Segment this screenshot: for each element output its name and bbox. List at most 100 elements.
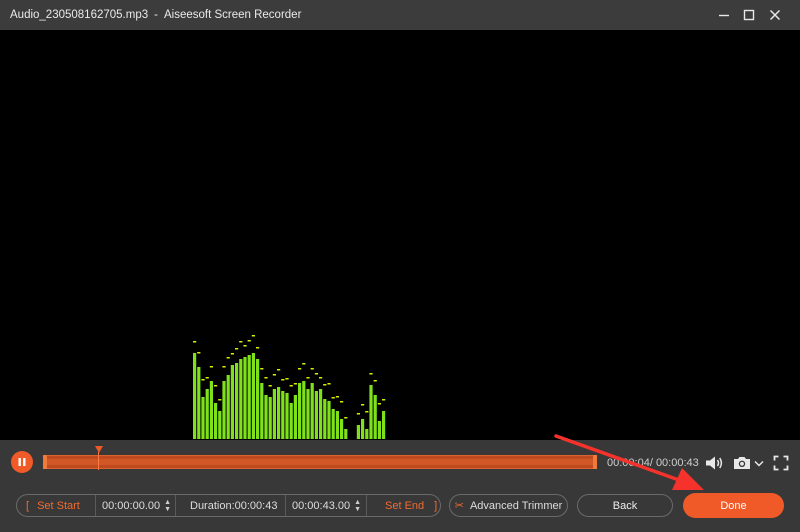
set-end-label: Set End — [385, 499, 425, 512]
pause-button[interactable] — [11, 451, 33, 473]
playhead-marker[interactable] — [95, 446, 103, 453]
spectrum-peak — [298, 368, 302, 370]
spectrum-peak — [382, 399, 386, 401]
spectrum-peak — [314, 373, 318, 375]
spectrum-peak — [340, 401, 344, 403]
spectrum-bar — [314, 391, 318, 439]
start-time-spinner[interactable]: ▲ ▼ — [164, 499, 171, 513]
bracket-open-icon: [ — [26, 499, 30, 512]
spectrum-bar — [247, 355, 251, 439]
set-end-button[interactable]: Set End ] — [367, 495, 440, 516]
spectrum-bar — [356, 425, 360, 439]
spectrum-peak — [205, 377, 209, 379]
playhead-line — [98, 452, 99, 470]
spectrum-bar — [373, 395, 377, 439]
advanced-trimmer-button[interactable]: ✂ Advanced Trimmer — [449, 494, 568, 517]
spectrum-bar — [323, 399, 327, 439]
spectrum-peak — [235, 348, 239, 350]
spectrum-bar — [218, 411, 222, 439]
spectrum-bar — [272, 389, 276, 439]
spectrum-peak — [281, 379, 285, 381]
back-label: Back — [612, 499, 638, 512]
spectrum-peak — [344, 417, 348, 419]
volume-button[interactable] — [703, 453, 725, 473]
spectrum-bar — [239, 359, 243, 439]
spectrum-bar — [377, 421, 381, 439]
spectrum-peak — [285, 378, 289, 380]
spectrum-bar — [277, 387, 281, 439]
spectrum-bar — [251, 353, 255, 439]
spectrum-peak — [209, 366, 213, 368]
spectrum-bars — [193, 335, 386, 439]
spectrum-bar — [256, 359, 260, 439]
spectrum-peak — [323, 384, 327, 386]
spectrum-peak — [293, 383, 297, 385]
spectrum-bar — [319, 389, 323, 439]
pause-icon — [18, 458, 26, 466]
spectrum-bar — [340, 419, 344, 439]
total-time: / 00:00:43 — [649, 457, 699, 469]
spectrum-peak — [260, 368, 264, 370]
spectrum-bar — [235, 363, 239, 439]
spin-down-icon: ▼ — [164, 505, 172, 513]
fullscreen-icon — [773, 455, 789, 471]
back-button[interactable]: Back — [577, 494, 673, 517]
spectrum-bar — [327, 401, 331, 439]
spectrum-peak — [239, 341, 243, 343]
spectrum-peak — [272, 374, 276, 376]
spectrum-bar — [222, 381, 226, 439]
spectrum-peak — [193, 341, 197, 343]
minimize-button[interactable] — [714, 5, 734, 25]
spectrum-bar — [193, 353, 197, 439]
trim-start-handle[interactable] — [43, 455, 47, 469]
volume-icon — [706, 456, 723, 470]
timeline-track[interactable] — [43, 455, 597, 469]
start-time-field[interactable]: 00:00:00.00 ▲ ▼ — [96, 495, 176, 516]
spectrum-bar — [197, 367, 201, 439]
spectrum-peak — [201, 379, 205, 381]
spectrum-peak — [243, 345, 247, 347]
spectrum-peak — [361, 404, 365, 406]
spectrum-peak — [331, 397, 335, 399]
trim-end-handle[interactable] — [593, 455, 597, 469]
spectrum-peak — [197, 352, 201, 354]
spectrum-peak — [373, 380, 377, 382]
spectrum-peak — [289, 385, 293, 387]
spectrum-bar — [226, 375, 230, 439]
spectrum-peak — [319, 377, 323, 379]
set-start-label: Set Start — [37, 499, 80, 512]
close-button[interactable] — [765, 5, 785, 25]
spectrum-bar — [230, 365, 234, 439]
snapshot-button[interactable] — [731, 453, 767, 473]
close-icon — [769, 9, 781, 21]
spectrum-bar — [298, 383, 302, 439]
current-time: 00:00:04 — [607, 457, 650, 469]
fullscreen-button[interactable] — [771, 453, 791, 473]
spectrum-bar — [310, 383, 314, 439]
end-time-field[interactable]: 00:00:43.00 ▲ ▼ — [286, 495, 367, 516]
spin-down-icon: ▼ — [354, 505, 362, 513]
start-time-value: 00:00:00.00 — [102, 499, 161, 512]
spectrum-bar — [260, 383, 264, 439]
spin-up-icon: ▲ — [164, 498, 172, 506]
time-readout: 00:00:04/ 00:00:43 — [607, 457, 699, 469]
set-start-button[interactable]: [ Set Start — [17, 495, 96, 516]
spectrum-peak — [218, 399, 222, 401]
done-button[interactable]: Done — [683, 493, 784, 518]
advanced-trimmer-label: Advanced Trimmer — [469, 499, 563, 512]
spectrum-peak — [369, 373, 373, 375]
spin-up-icon: ▲ — [354, 498, 362, 506]
spectrum-bar — [264, 395, 268, 439]
spectrum-bar — [214, 403, 218, 439]
maximize-button[interactable] — [739, 5, 759, 25]
trim-bar: [ Set Start 00:00:00.00 ▲ ▼ Duration:00:0… — [16, 494, 441, 517]
spectrum-peak — [356, 413, 360, 415]
spectrum-bar — [331, 409, 335, 439]
spectrum-peak — [310, 368, 314, 370]
end-time-spinner[interactable]: ▲ ▼ — [354, 499, 361, 513]
spectrum-bar — [285, 393, 289, 439]
window-title: Audio_230508162705.mp3- Aiseesoft Screen … — [10, 9, 301, 21]
spectrum-bar — [361, 419, 365, 439]
spectrum-bar — [382, 411, 386, 439]
spectrum-bar — [209, 381, 213, 439]
